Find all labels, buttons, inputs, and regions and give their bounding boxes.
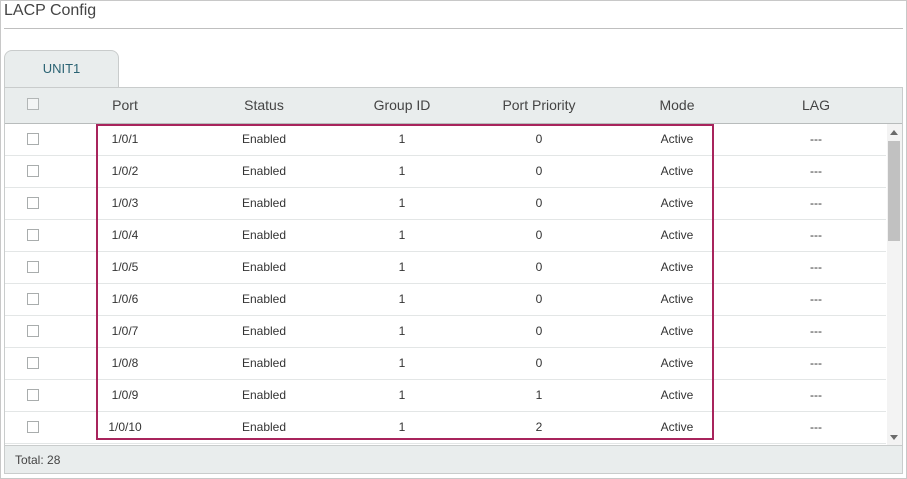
- cell-status: Enabled: [241, 132, 287, 146]
- cell-group-id: 1: [398, 132, 406, 146]
- scrollbar-thumb[interactable]: [888, 141, 900, 241]
- cell-group-id: 1: [398, 388, 406, 402]
- total-count: Total: 28: [15, 453, 61, 467]
- cell-port-priority: 1: [535, 388, 543, 402]
- row-checkbox[interactable]: [27, 325, 39, 337]
- row-checkbox[interactable]: [27, 293, 39, 305]
- cell-group-id: 1: [398, 228, 406, 242]
- column-header-port: Port: [112, 97, 138, 113]
- tab-unit1[interactable]: UNIT1: [4, 50, 119, 87]
- cell-mode: Active: [660, 420, 694, 434]
- column-header-status: Status: [244, 97, 284, 113]
- cell-port: 1/0/5: [111, 260, 139, 274]
- cell-port: 1/0/9: [111, 388, 139, 402]
- cell-lag: ---: [810, 420, 822, 434]
- row-checkbox[interactable]: [27, 357, 39, 369]
- cell-status: Enabled: [241, 228, 287, 242]
- cell-group-id: 1: [398, 196, 406, 210]
- cell-lag: ---: [810, 388, 822, 402]
- cell-lag: ---: [810, 356, 822, 370]
- row-checkbox[interactable]: [27, 197, 39, 209]
- select-all-checkbox[interactable]: [27, 98, 39, 110]
- table-row[interactable]: 1/0/4 Enabled 1 0 Active ---: [5, 220, 886, 252]
- row-checkbox[interactable]: [27, 421, 39, 433]
- cell-port-priority: 0: [535, 356, 543, 370]
- table-row[interactable]: 1/0/7 Enabled 1 0 Active ---: [5, 316, 886, 348]
- column-header-group-id: Group ID: [373, 97, 431, 113]
- cell-mode: Active: [660, 324, 694, 338]
- cell-mode: Active: [660, 292, 694, 306]
- cell-group-id: 1: [398, 324, 406, 338]
- table-body: 1/0/1 Enabled 1 0 Active --- 1/0/2 Enabled 1 0 Act…: [5, 124, 886, 445]
- scroll-down-arrow-icon[interactable]: [890, 435, 898, 440]
- cell-status: Enabled: [241, 196, 287, 210]
- cell-status: Enabled: [241, 164, 287, 178]
- cell-port: 1/0/4: [111, 228, 139, 242]
- cell-group-id: 1: [398, 420, 406, 434]
- cell-port-priority: 0: [535, 196, 543, 210]
- cell-mode: Active: [660, 164, 694, 178]
- cell-mode: Active: [660, 388, 694, 402]
- cell-mode: Active: [660, 356, 694, 370]
- table-row[interactable]: 1/0/6 Enabled 1 0 Active ---: [5, 284, 886, 316]
- cell-group-id: 1: [398, 164, 406, 178]
- cell-port: 1/0/8: [111, 356, 139, 370]
- cell-lag: ---: [810, 324, 822, 338]
- scroll-up-arrow-icon[interactable]: [890, 130, 898, 135]
- table-row[interactable]: 1/0/3 Enabled 1 0 Active ---: [5, 188, 886, 220]
- column-header-lag: LAG: [801, 97, 830, 113]
- cell-group-id: 1: [398, 356, 406, 370]
- cell-port-priority: 0: [535, 228, 543, 242]
- cell-group-id: 1: [398, 292, 406, 306]
- lacp-table: Port Status Group ID Port Priority Mode …: [4, 87, 903, 474]
- title-divider: [4, 28, 903, 29]
- cell-port: 1/0/2: [111, 164, 139, 178]
- column-header-port-priority: Port Priority: [502, 97, 576, 113]
- row-checkbox[interactable]: [27, 261, 39, 273]
- cell-status: Enabled: [241, 420, 287, 434]
- cell-port-priority: 0: [535, 260, 543, 274]
- row-checkbox[interactable]: [27, 229, 39, 241]
- cell-port-priority: 0: [535, 132, 543, 146]
- cell-mode: Active: [660, 228, 694, 242]
- vertical-scrollbar[interactable]: [887, 124, 902, 445]
- cell-lag: ---: [810, 196, 822, 210]
- table-header: Port Status Group ID Port Priority Mode …: [5, 88, 902, 124]
- cell-port: 1/0/1: [111, 132, 139, 146]
- cell-lag: ---: [810, 132, 822, 146]
- table-row[interactable]: 1/0/9 Enabled 1 1 Active ---: [5, 380, 886, 412]
- cell-mode: Active: [660, 260, 694, 274]
- table-row[interactable]: 1/0/1 Enabled 1 0 Active ---: [5, 124, 886, 156]
- cell-status: Enabled: [241, 388, 287, 402]
- cell-port-priority: 0: [535, 164, 543, 178]
- cell-port: 1/0/7: [111, 324, 139, 338]
- cell-port-priority: 0: [535, 324, 543, 338]
- cell-lag: ---: [810, 260, 822, 274]
- cell-status: Enabled: [241, 292, 287, 306]
- cell-port: 1/0/10: [108, 420, 142, 434]
- cell-lag: ---: [810, 164, 822, 178]
- row-checkbox[interactable]: [27, 389, 39, 401]
- cell-port: 1/0/3: [111, 196, 139, 210]
- cell-status: Enabled: [241, 260, 287, 274]
- row-checkbox[interactable]: [27, 133, 39, 145]
- table-footer: Total: 28: [5, 445, 902, 473]
- table-row[interactable]: 1/0/5 Enabled 1 0 Active ---: [5, 252, 886, 284]
- cell-lag: ---: [810, 228, 822, 242]
- row-checkbox[interactable]: [27, 165, 39, 177]
- table-row[interactable]: 1/0/8 Enabled 1 0 Active ---: [5, 348, 886, 380]
- cell-group-id: 1: [398, 260, 406, 274]
- cell-port-priority: 0: [535, 292, 543, 306]
- cell-lag: ---: [810, 292, 822, 306]
- page-title: LACP Config: [4, 2, 97, 19]
- cell-port: 1/0/6: [111, 292, 139, 306]
- cell-status: Enabled: [241, 356, 287, 370]
- cell-mode: Active: [660, 132, 694, 146]
- cell-port-priority: 2: [535, 420, 543, 434]
- table-row[interactable]: 1/0/10 Enabled 1 2 Active ---: [5, 412, 886, 444]
- column-header-mode: Mode: [659, 97, 695, 113]
- table-row[interactable]: 1/0/2 Enabled 1 0 Active ---: [5, 156, 886, 188]
- cell-status: Enabled: [241, 324, 287, 338]
- cell-mode: Active: [660, 196, 694, 210]
